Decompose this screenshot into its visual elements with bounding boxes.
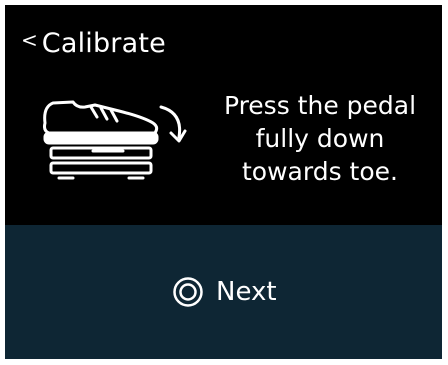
- next-button[interactable]: Next: [172, 273, 277, 311]
- instruction-line: Press the pedal: [223, 91, 417, 120]
- next-label: Next: [216, 277, 277, 307]
- double-circle-icon: [173, 277, 203, 307]
- page-title: Calibrate: [41, 27, 166, 59]
- instruction-line: towards toe.: [242, 157, 398, 186]
- header: < Calibrate: [5, 5, 442, 77]
- instruction-text: Press the pedal fully down towards toe.: [205, 89, 435, 188]
- shoe-on-pedal-rotate-icon: [33, 93, 193, 193]
- chevron-left-icon: <: [21, 28, 38, 52]
- action-bar: Next: [5, 225, 442, 359]
- instruction-line: fully down: [255, 124, 385, 153]
- screen: < Calibrate Press the pedal fully down t…: [5, 5, 442, 359]
- back-button[interactable]: < Calibrate: [21, 23, 166, 63]
